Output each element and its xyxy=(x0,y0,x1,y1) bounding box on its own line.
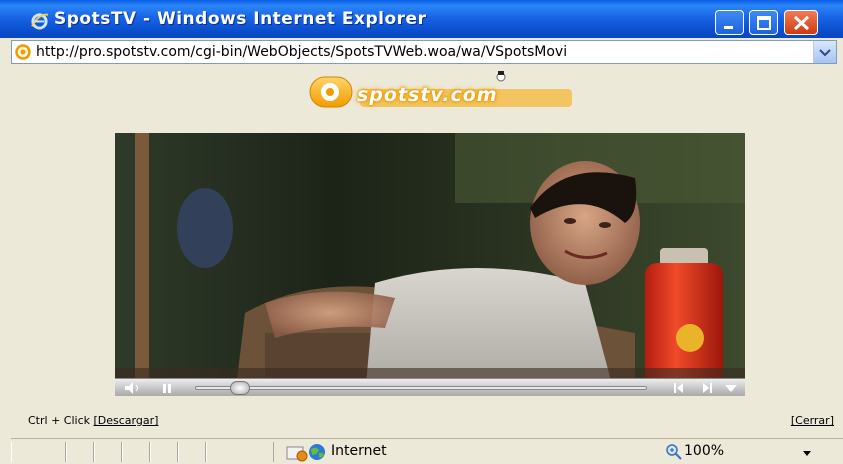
status-segment xyxy=(66,442,94,462)
seek-slider[interactable] xyxy=(195,381,647,395)
status-segment xyxy=(11,442,66,462)
video-frame xyxy=(115,133,745,396)
player-controls xyxy=(115,378,745,396)
maximize-button[interactable] xyxy=(749,10,778,35)
address-bar[interactable]: http://pro.spotstv.com/cgi-bin/WebObject… xyxy=(11,40,837,64)
maximize-icon xyxy=(757,16,771,30)
zoom-level[interactable]: 100% xyxy=(684,443,724,459)
video-player[interactable] xyxy=(115,133,745,396)
download-link[interactable]: [Descargar] xyxy=(94,414,159,427)
menu-chevron-icon[interactable] xyxy=(721,379,741,397)
status-bar: Internet 100% xyxy=(11,438,843,464)
chevron-down-icon xyxy=(819,49,831,57)
page-icon xyxy=(15,44,31,60)
status-segment xyxy=(150,442,178,462)
status-segment xyxy=(206,442,274,462)
close-icon xyxy=(793,15,810,31)
close-link-wrapper: [Cerrar] xyxy=(791,414,834,427)
address-url[interactable]: http://pro.spotstv.com/cgi-bin/WebObject… xyxy=(36,44,821,60)
browser-window: SpotsTV - Windows Internet Explorer http… xyxy=(0,0,843,464)
ctrl-click-label: Ctrl + Click xyxy=(28,414,90,427)
security-zone-label: Internet xyxy=(331,443,387,459)
status-segment xyxy=(122,442,150,462)
minimize-button[interactable] xyxy=(715,10,744,35)
title-bar[interactable]: SpotsTV - Windows Internet Explorer xyxy=(0,0,843,38)
seek-thumb[interactable] xyxy=(230,381,250,395)
logo-text: spotstv.com xyxy=(357,84,498,106)
zoom-dropdown-icon[interactable] xyxy=(801,447,813,459)
zoom-icon[interactable] xyxy=(665,443,683,461)
volume-icon[interactable] xyxy=(121,379,143,397)
ie-logo-icon xyxy=(31,13,49,30)
step-forward-icon[interactable] xyxy=(695,379,717,397)
status-segment xyxy=(178,442,206,462)
address-dropdown-button[interactable] xyxy=(813,41,836,63)
status-segment xyxy=(94,442,122,462)
internet-globe-icon xyxy=(309,444,325,460)
close-link[interactable]: [Cerrar] xyxy=(791,414,834,427)
window-title: SpotsTV - Windows Internet Explorer xyxy=(54,9,427,29)
minimize-icon xyxy=(724,26,733,29)
pause-icon[interactable] xyxy=(159,379,175,397)
step-back-icon[interactable] xyxy=(669,379,691,397)
close-button[interactable] xyxy=(784,10,818,35)
page-content: spotstv.com Ctrl + Click [Descargar] [Ce… xyxy=(11,66,837,433)
download-hint: Ctrl + Click [Descargar] xyxy=(28,414,158,427)
